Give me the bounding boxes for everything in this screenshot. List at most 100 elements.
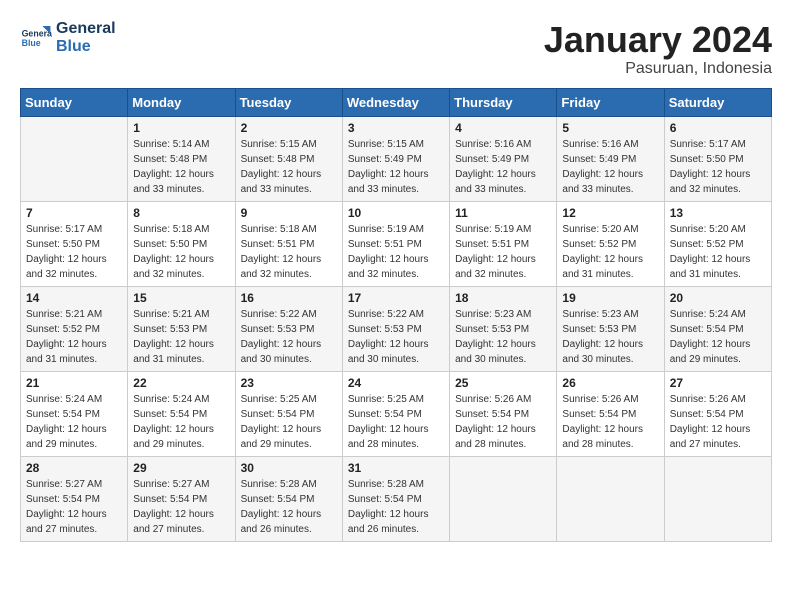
calendar-cell: 8Sunrise: 5:18 AM Sunset: 5:50 PM Daylig… — [128, 201, 235, 286]
calendar-cell: 17Sunrise: 5:22 AM Sunset: 5:53 PM Dayli… — [342, 286, 449, 371]
location-subtitle: Pasuruan, Indonesia — [544, 60, 772, 78]
page-header: General Blue General Blue January 2024 P… — [20, 20, 772, 78]
day-info: Sunrise: 5:21 AM Sunset: 5:52 PM Dayligh… — [26, 307, 122, 367]
calendar-cell: 4Sunrise: 5:16 AM Sunset: 5:49 PM Daylig… — [450, 116, 557, 201]
day-info: Sunrise: 5:24 AM Sunset: 5:54 PM Dayligh… — [670, 307, 766, 367]
calendar-cell: 23Sunrise: 5:25 AM Sunset: 5:54 PM Dayli… — [235, 371, 342, 456]
day-number: 19 — [562, 291, 658, 305]
day-info: Sunrise: 5:18 AM Sunset: 5:50 PM Dayligh… — [133, 222, 229, 282]
svg-text:Blue: Blue — [22, 38, 41, 48]
calendar-cell: 5Sunrise: 5:16 AM Sunset: 5:49 PM Daylig… — [557, 116, 664, 201]
day-number: 13 — [670, 206, 766, 220]
day-number: 14 — [26, 291, 122, 305]
day-info: Sunrise: 5:17 AM Sunset: 5:50 PM Dayligh… — [670, 137, 766, 197]
calendar-cell: 16Sunrise: 5:22 AM Sunset: 5:53 PM Dayli… — [235, 286, 342, 371]
calendar-cell: 11 Sunrise: 5:19 AM Sunset: 5:51 PM Dayli… — [450, 201, 557, 286]
day-number: 23 — [241, 376, 337, 390]
day-info: Sunrise: 5:27 AM Sunset: 5:54 PM Dayligh… — [133, 477, 229, 537]
day-number: 27 — [670, 376, 766, 390]
logo: General Blue General Blue — [20, 20, 116, 55]
day-number: 21 — [26, 376, 122, 390]
calendar-cell: 10 Sunrise: 5:19 AM Sunset: 5:51 PM Dayli… — [342, 201, 449, 286]
day-number: 16 — [241, 291, 337, 305]
title-block: January 2024 Pasuruan, Indonesia — [544, 20, 772, 78]
day-info: Sunrise: 5:21 AM Sunset: 5:53 PM Dayligh… — [133, 307, 229, 367]
day-header-wednesday: Wednesday — [342, 88, 449, 116]
day-header-saturday: Saturday — [664, 88, 771, 116]
day-number: 24 — [348, 376, 444, 390]
day-number: 22 — [133, 376, 229, 390]
day-info: Sunrise: 5:26 AM Sunset: 5:54 PM Dayligh… — [455, 392, 551, 452]
day-info: Sunrise: 5:27 AM Sunset: 5:54 PM Dayligh… — [26, 477, 122, 537]
calendar-cell: 19 Sunrise: 5:23 AM Sunset: 5:53 PM Dayli… — [557, 286, 664, 371]
week-row-1: 1Sunrise: 5:14 AM Sunset: 5:48 PM Daylig… — [21, 116, 772, 201]
calendar-cell: 26 Sunrise: 5:26 AM Sunset: 5:54 PM Dayli… — [557, 371, 664, 456]
week-row-5: 28 Sunrise: 5:27 AM Sunset: 5:54 PM Dayli… — [21, 456, 772, 541]
calendar-cell — [450, 456, 557, 541]
day-number: 20 — [670, 291, 766, 305]
logo-general-text: General — [56, 20, 116, 38]
header-row: SundayMondayTuesdayWednesdayThursdayFrid… — [21, 88, 772, 116]
day-info: Sunrise: 5:28 AM Sunset: 5:54 PM Dayligh… — [348, 477, 444, 537]
day-info: Sunrise: 5:25 AM Sunset: 5:54 PM Dayligh… — [348, 392, 444, 452]
day-info: Sunrise: 5:20 AM Sunset: 5:52 PM Dayligh… — [670, 222, 766, 282]
day-number: 15 — [133, 291, 229, 305]
calendar-cell: 21 Sunrise: 5:24 AM Sunset: 5:54 PM Dayli… — [21, 371, 128, 456]
day-number: 5 — [562, 121, 658, 135]
day-info: Sunrise: 5:17 AM Sunset: 5:50 PM Dayligh… — [26, 222, 122, 282]
day-info: Sunrise: 5:23 AM Sunset: 5:53 PM Dayligh… — [455, 307, 551, 367]
logo-icon: General Blue — [20, 22, 52, 54]
day-info: Sunrise: 5:26 AM Sunset: 5:54 PM Dayligh… — [562, 392, 658, 452]
day-info: Sunrise: 5:15 AM Sunset: 5:48 PM Dayligh… — [241, 137, 337, 197]
day-info: Sunrise: 5:19 AM Sunset: 5:51 PM Dayligh… — [455, 222, 551, 282]
day-info: Sunrise: 5:26 AM Sunset: 5:54 PM Dayligh… — [670, 392, 766, 452]
day-number: 26 — [562, 376, 658, 390]
day-info: Sunrise: 5:16 AM Sunset: 5:49 PM Dayligh… — [455, 137, 551, 197]
day-number: 9 — [241, 206, 337, 220]
calendar-cell: 12 Sunrise: 5:20 AM Sunset: 5:52 PM Dayli… — [557, 201, 664, 286]
calendar-cell: 22 Sunrise: 5:24 AM Sunset: 5:54 PM Dayli… — [128, 371, 235, 456]
week-row-4: 21 Sunrise: 5:24 AM Sunset: 5:54 PM Dayli… — [21, 371, 772, 456]
day-number: 30 — [241, 461, 337, 475]
calendar-cell — [664, 456, 771, 541]
day-info: Sunrise: 5:23 AM Sunset: 5:53 PM Dayligh… — [562, 307, 658, 367]
week-row-3: 14 Sunrise: 5:21 AM Sunset: 5:52 PM Dayli… — [21, 286, 772, 371]
calendar-cell — [557, 456, 664, 541]
day-header-tuesday: Tuesday — [235, 88, 342, 116]
day-info: Sunrise: 5:20 AM Sunset: 5:52 PM Dayligh… — [562, 222, 658, 282]
day-number: 28 — [26, 461, 122, 475]
day-number: 10 — [348, 206, 444, 220]
day-number: 2 — [241, 121, 337, 135]
month-title: January 2024 — [544, 20, 772, 60]
calendar-cell: 13 Sunrise: 5:20 AM Sunset: 5:52 PM Dayli… — [664, 201, 771, 286]
calendar-cell: 28 Sunrise: 5:27 AM Sunset: 5:54 PM Dayli… — [21, 456, 128, 541]
day-info: Sunrise: 5:14 AM Sunset: 5:48 PM Dayligh… — [133, 137, 229, 197]
day-number: 3 — [348, 121, 444, 135]
day-info: Sunrise: 5:19 AM Sunset: 5:51 PM Dayligh… — [348, 222, 444, 282]
day-number: 12 — [562, 206, 658, 220]
day-number: 31 — [348, 461, 444, 475]
day-number: 6 — [670, 121, 766, 135]
calendar-cell: 7Sunrise: 5:17 AM Sunset: 5:50 PM Daylig… — [21, 201, 128, 286]
calendar-cell: 14 Sunrise: 5:21 AM Sunset: 5:52 PM Dayli… — [21, 286, 128, 371]
calendar-cell: 24 Sunrise: 5:25 AM Sunset: 5:54 PM Dayli… — [342, 371, 449, 456]
calendar-cell: 1Sunrise: 5:14 AM Sunset: 5:48 PM Daylig… — [128, 116, 235, 201]
day-info: Sunrise: 5:24 AM Sunset: 5:54 PM Dayligh… — [133, 392, 229, 452]
calendar-cell: 27 Sunrise: 5:26 AM Sunset: 5:54 PM Dayli… — [664, 371, 771, 456]
day-number: 18 — [455, 291, 551, 305]
week-row-2: 7Sunrise: 5:17 AM Sunset: 5:50 PM Daylig… — [21, 201, 772, 286]
day-number: 29 — [133, 461, 229, 475]
day-number: 25 — [455, 376, 551, 390]
day-header-thursday: Thursday — [450, 88, 557, 116]
day-header-sunday: Sunday — [21, 88, 128, 116]
calendar-cell: 18 Sunrise: 5:23 AM Sunset: 5:53 PM Dayli… — [450, 286, 557, 371]
calendar-cell: 3Sunrise: 5:15 AM Sunset: 5:49 PM Daylig… — [342, 116, 449, 201]
calendar-cell: 20 Sunrise: 5:24 AM Sunset: 5:54 PM Dayli… — [664, 286, 771, 371]
day-info: Sunrise: 5:18 AM Sunset: 5:51 PM Dayligh… — [241, 222, 337, 282]
day-info: Sunrise: 5:24 AM Sunset: 5:54 PM Dayligh… — [26, 392, 122, 452]
day-header-monday: Monday — [128, 88, 235, 116]
calendar-cell: 15 Sunrise: 5:21 AM Sunset: 5:53 PM Dayli… — [128, 286, 235, 371]
logo-blue-text: Blue — [56, 38, 116, 56]
calendar-cell — [21, 116, 128, 201]
day-number: 11 — [455, 206, 551, 220]
